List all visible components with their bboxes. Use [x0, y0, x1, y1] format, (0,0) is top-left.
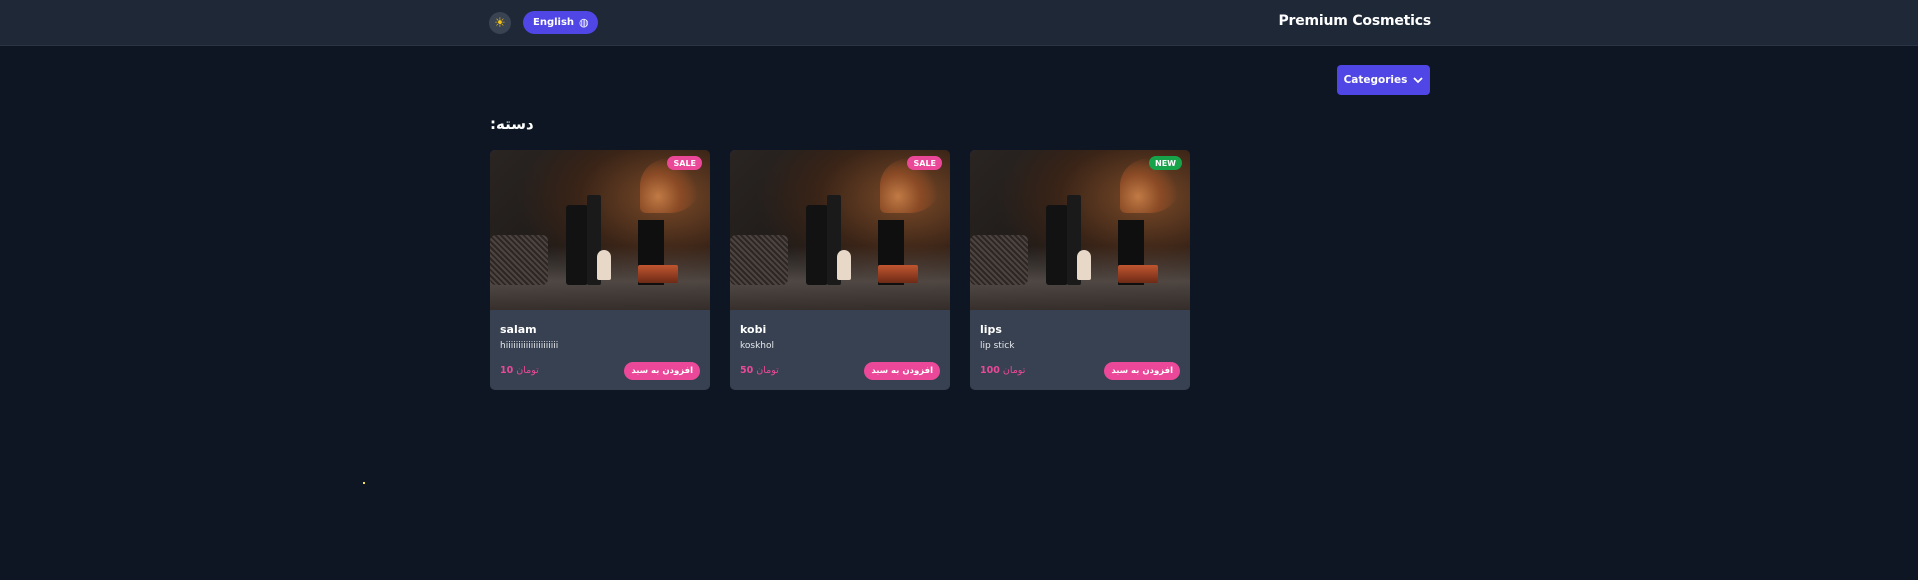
product-name: salam: [500, 323, 537, 336]
price-currency: تومان: [756, 365, 779, 376]
cursor-dot: [363, 482, 365, 484]
sun-icon: ☀: [494, 15, 506, 31]
sale-badge: SALE: [907, 156, 942, 170]
language-label: English: [533, 17, 575, 28]
section-title: دسته:: [490, 115, 534, 133]
categories-label: Categories: [1343, 74, 1408, 86]
product-image[interactable]: [490, 150, 710, 310]
product-price: 50 تومان: [740, 365, 779, 376]
product-image[interactable]: [730, 150, 950, 310]
price-value: 10: [500, 365, 514, 376]
product-price: 100 تومان: [980, 365, 1025, 376]
top-navbar: ☀ English ◍ Premium Cosmetics: [0, 0, 1918, 46]
price-currency: تومان: [1002, 365, 1026, 376]
theme-toggle-button[interactable]: ☀: [489, 12, 511, 34]
product-card[interactable]: SALE kobi koskhol 50 تومان افزودن به سبد: [730, 150, 950, 390]
product-name: lips: [980, 323, 1002, 336]
price-currency: تومان: [516, 365, 539, 376]
product-image[interactable]: [970, 150, 1190, 310]
new-badge: NEW: [1149, 156, 1182, 170]
add-to-cart-button[interactable]: افزودن به سبد: [864, 362, 940, 380]
add-to-cart-button[interactable]: افزودن به سبد: [1104, 362, 1180, 380]
brand-title[interactable]: Premium Cosmetics: [1278, 13, 1431, 29]
add-to-cart-button[interactable]: افزودن به سبد: [624, 362, 700, 380]
price-value: 50: [740, 365, 754, 376]
price-value: 100: [980, 365, 1000, 376]
chevron-down-icon: [1413, 76, 1424, 83]
product-card[interactable]: SALE salam hiiiiiiiiiiiiiiiiiiiii 10 توم…: [490, 150, 710, 390]
product-name: kobi: [740, 323, 767, 336]
product-description: hiiiiiiiiiiiiiiiiiiiii: [500, 341, 559, 351]
product-description: koskhol: [740, 341, 775, 351]
globe-icon: ◍: [579, 16, 589, 29]
product-card[interactable]: NEW lips lip stick 100 تومان افزودن به س…: [970, 150, 1190, 390]
product-price: 10 تومان: [500, 365, 539, 376]
sale-badge: SALE: [667, 156, 702, 170]
categories-dropdown-button[interactable]: Categories: [1337, 65, 1430, 95]
product-description: lip stick: [980, 341, 1015, 351]
language-button[interactable]: English ◍: [523, 11, 598, 34]
